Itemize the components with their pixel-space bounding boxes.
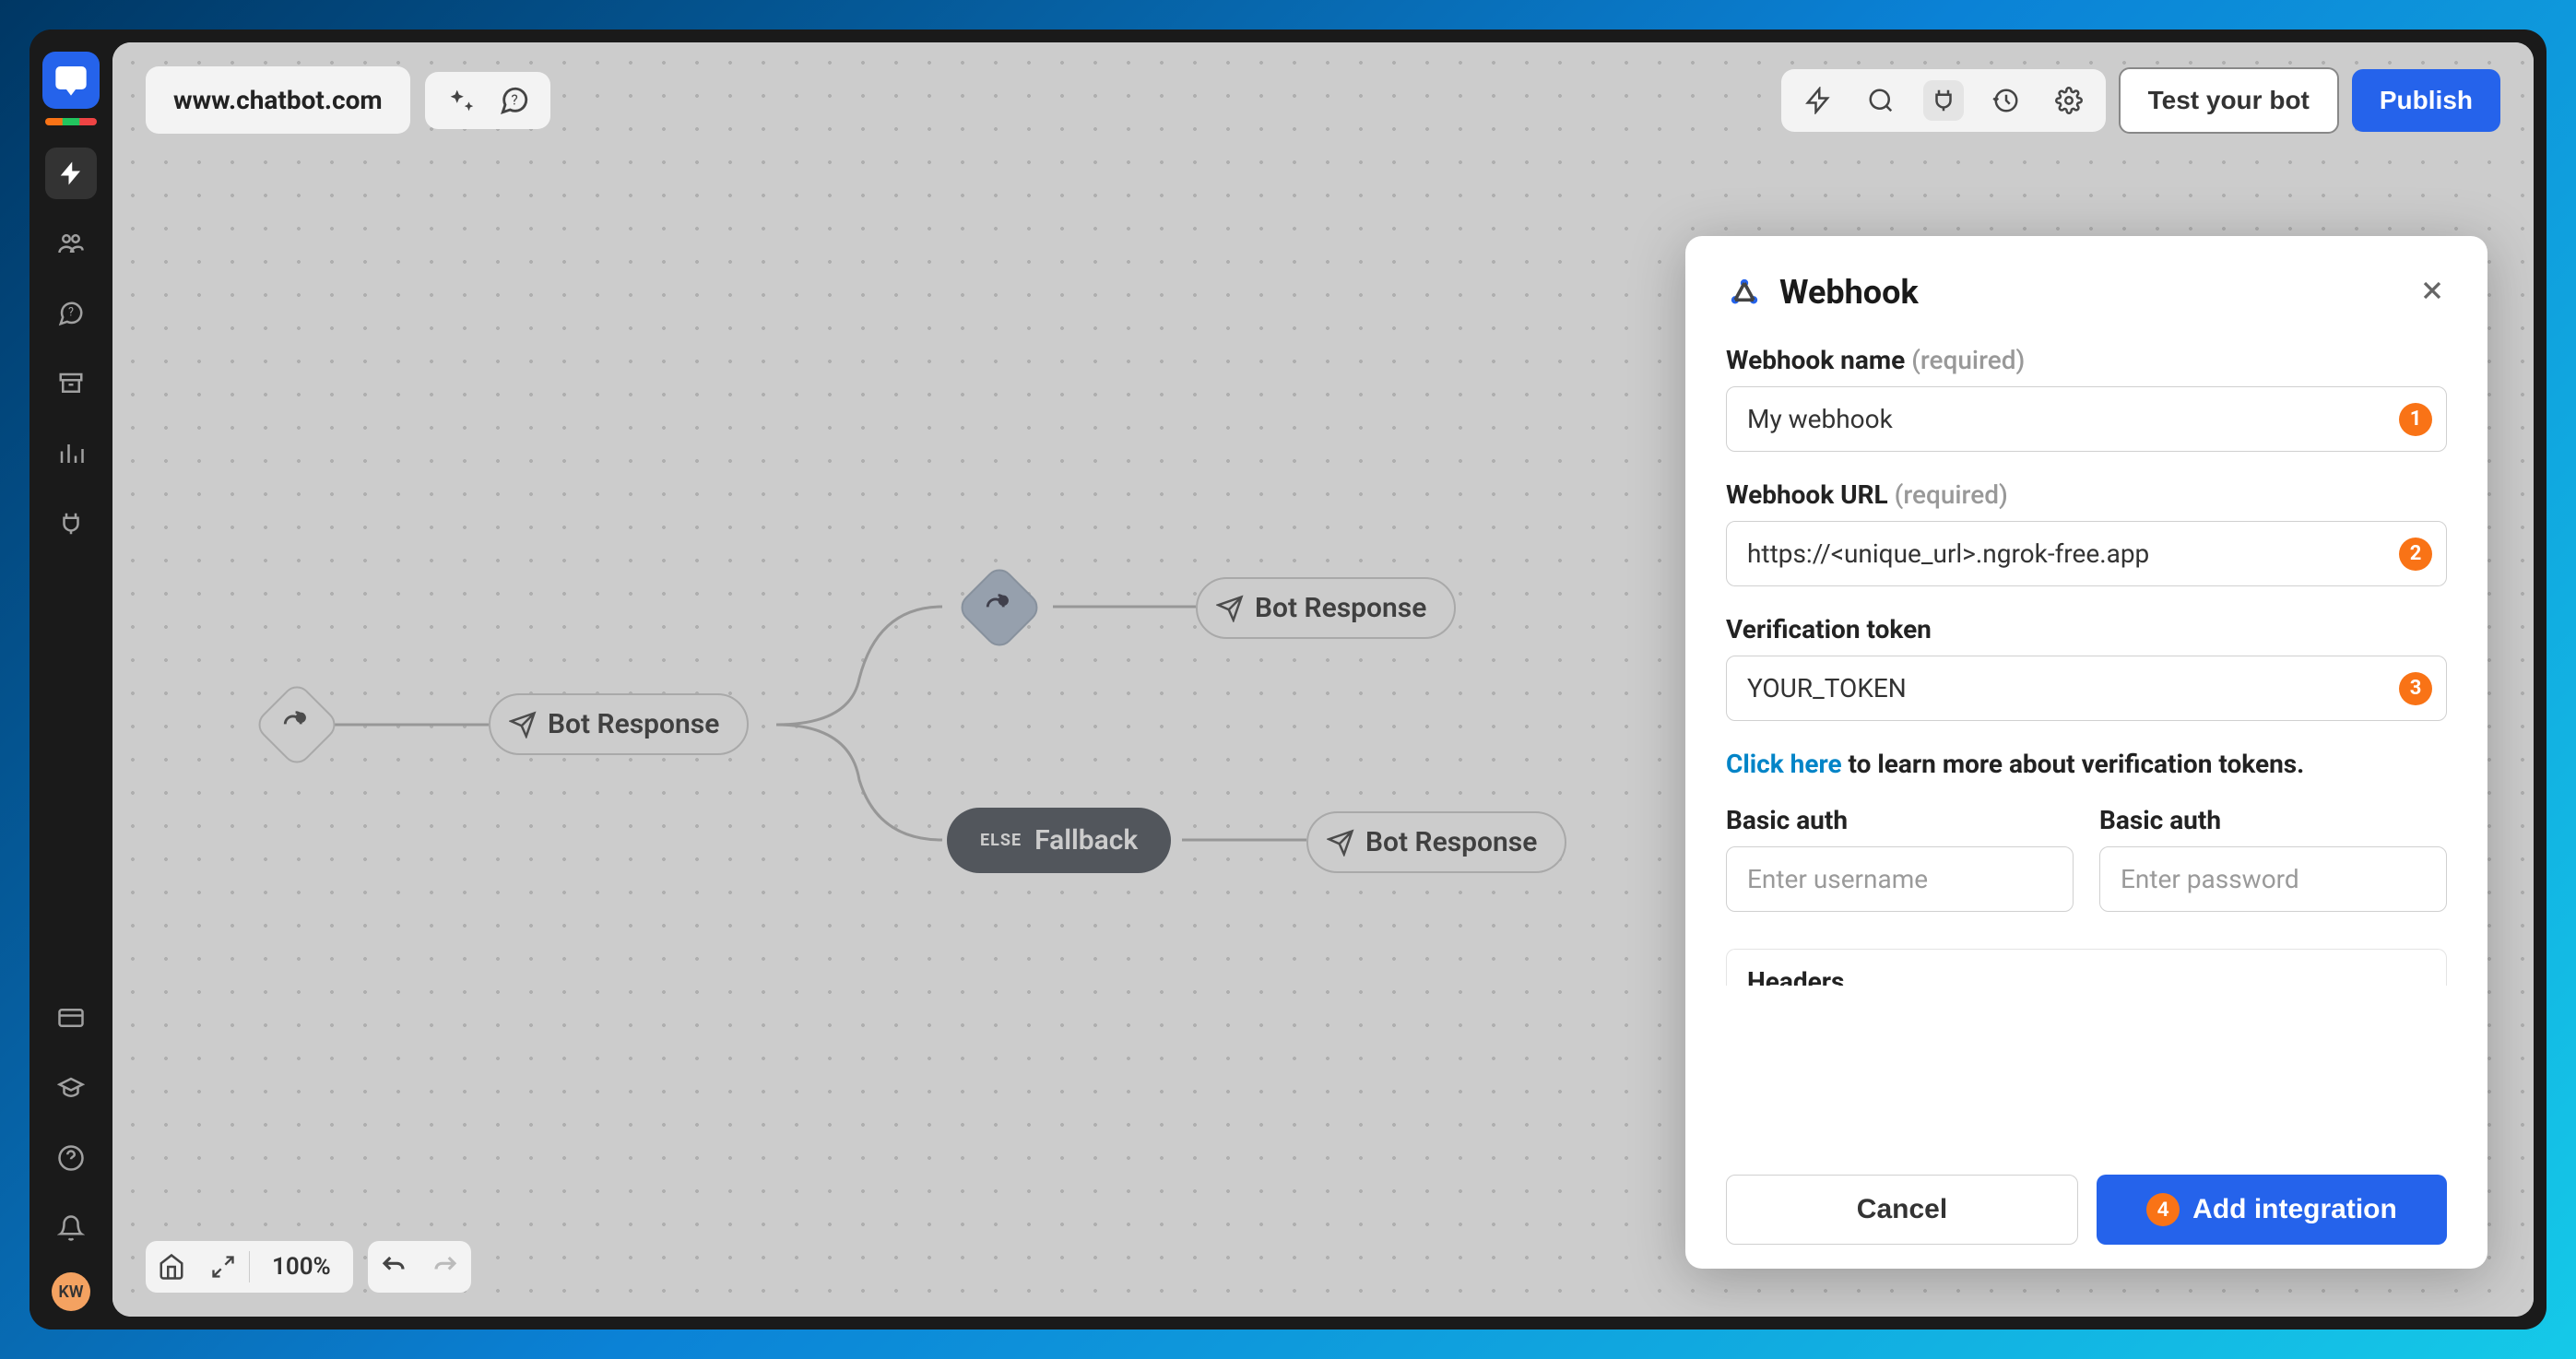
users-icon <box>57 230 85 257</box>
view-controls: 100% <box>146 1241 353 1293</box>
webhook-url-label: Webhook URL (required) <box>1726 479 2447 510</box>
webhook-url-input[interactable] <box>1726 521 2447 586</box>
fallback-node[interactable]: ELSE Fallback <box>947 808 1171 873</box>
verification-token-label: Verification token <box>1726 614 2447 644</box>
info-text: Click here to learn more about verificat… <box>1726 749 2447 779</box>
send-icon <box>1216 595 1244 622</box>
svg-text:?: ? <box>511 91 517 108</box>
close-icon <box>2417 276 2447 305</box>
chat-bubble-icon <box>53 62 89 99</box>
lightning-icon <box>57 160 85 187</box>
expand-btn[interactable] <box>197 1241 249 1293</box>
logo-underline <box>45 118 97 125</box>
sidebar-notifications-icon[interactable] <box>45 1202 97 1254</box>
sidebar-academy-icon[interactable] <box>45 1062 97 1114</box>
sidebar-chat-icon[interactable]: ? <box>45 288 97 339</box>
webhook-panel: Webhook Webhook name (required) 1 Webhoo… <box>1685 236 2487 1269</box>
publish-button[interactable]: Publish <box>2352 69 2500 132</box>
sparkles-icon[interactable] <box>445 85 477 116</box>
else-tag: ELSE <box>980 831 1022 850</box>
user-chat-icon <box>984 590 1015 621</box>
bot-response-node-2[interactable]: Bot Response <box>1196 577 1456 639</box>
top-bar: www.chatbot.com ? Test your bot Publish <box>146 66 2500 134</box>
basic-auth-password-input[interactable] <box>2099 846 2447 912</box>
app-window: ? KW <box>30 30 2546 1329</box>
expand-icon <box>210 1254 236 1280</box>
app-logo[interactable] <box>42 52 100 109</box>
plug-icon <box>1930 87 1957 114</box>
bottom-controls: 100% <box>146 1241 471 1293</box>
main-content: Bot Response Bot Response ELSE Fallback <box>112 42 2534 1317</box>
verification-token-input[interactable] <box>1726 656 2447 721</box>
step-badge-3: 3 <box>2399 672 2432 705</box>
basic-auth-user-label: Basic auth <box>1726 805 2074 835</box>
history-icon <box>1992 87 2020 114</box>
user-avatar[interactable]: KW <box>52 1272 90 1311</box>
undo-icon <box>380 1253 408 1281</box>
webhook-name-label: Webhook name (required) <box>1726 345 2447 375</box>
lightning-btn[interactable] <box>1798 80 1838 121</box>
send-icon <box>509 711 537 739</box>
domain-chip[interactable]: www.chatbot.com <box>146 66 410 134</box>
step-badge-2: 2 <box>2399 538 2432 571</box>
sidebar-billing-icon[interactable] <box>45 992 97 1044</box>
send-icon <box>1327 829 1354 857</box>
ai-controls: ? <box>425 72 550 129</box>
history-controls <box>368 1241 471 1293</box>
redo-icon <box>431 1253 459 1281</box>
headers-section[interactable]: Headers <box>1726 949 2447 986</box>
step-badge-4: 4 <box>2146 1193 2180 1226</box>
bot-response-node-3[interactable]: Bot Response <box>1306 811 1566 873</box>
test-bot-button[interactable]: Test your bot <box>2119 67 2339 134</box>
node-label: Bot Response <box>1365 826 1537 858</box>
chat-question-icon[interactable]: ? <box>499 85 530 116</box>
sidebar-help-icon[interactable] <box>45 1132 97 1184</box>
plug-btn[interactable] <box>1923 80 1964 121</box>
sidebar-analytics-icon[interactable] <box>45 428 97 479</box>
basic-auth-username-input[interactable] <box>1726 846 2074 912</box>
cancel-button[interactable]: Cancel <box>1726 1175 2078 1245</box>
webhook-name-input[interactable] <box>1726 386 2447 452</box>
sidebar-integrations-icon[interactable] <box>45 498 97 550</box>
webhook-icon <box>1726 274 1763 311</box>
sidebar-flows-icon[interactable] <box>45 148 97 199</box>
bot-response-node-1[interactable]: Bot Response <box>489 693 749 755</box>
close-button[interactable] <box>2417 276 2447 309</box>
search-btn[interactable] <box>1861 80 1901 121</box>
lightning-icon <box>1804 87 1832 114</box>
left-sidebar: ? KW <box>30 30 112 1329</box>
zoom-level[interactable]: 100% <box>250 1253 353 1281</box>
toolbar-icons <box>1781 69 2106 132</box>
chat-question-icon: ? <box>57 300 85 327</box>
redo-btn[interactable] <box>419 1241 471 1293</box>
bell-icon <box>57 1214 85 1242</box>
sidebar-archive-icon[interactable] <box>45 358 97 409</box>
bar-chart-icon <box>57 440 85 467</box>
fallback-label: Fallback <box>1034 824 1138 857</box>
basic-auth-pass-label: Basic auth <box>2099 805 2447 835</box>
panel-title: Webhook <box>1779 273 1919 312</box>
card-icon <box>57 1004 85 1032</box>
graduation-icon <box>57 1074 85 1102</box>
home-icon <box>158 1253 185 1281</box>
history-btn[interactable] <box>1986 80 2027 121</box>
node-label: Bot Response <box>1255 592 1426 624</box>
learn-more-link[interactable]: Click here <box>1726 749 1842 779</box>
undo-btn[interactable] <box>368 1241 419 1293</box>
sidebar-users-icon[interactable] <box>45 218 97 269</box>
search-icon <box>1867 87 1895 114</box>
archive-icon <box>57 370 85 397</box>
user-chat-icon <box>281 707 313 739</box>
gear-icon <box>2055 87 2083 114</box>
step-badge-1: 1 <box>2399 403 2432 436</box>
settings-btn[interactable] <box>2049 80 2089 121</box>
add-integration-button[interactable]: 4 Add integration <box>2097 1175 2447 1245</box>
home-btn[interactable] <box>146 1241 197 1293</box>
node-label: Bot Response <box>548 708 719 740</box>
plug-icon <box>57 510 85 538</box>
help-circle-icon <box>57 1144 85 1172</box>
svg-text:?: ? <box>68 306 74 320</box>
